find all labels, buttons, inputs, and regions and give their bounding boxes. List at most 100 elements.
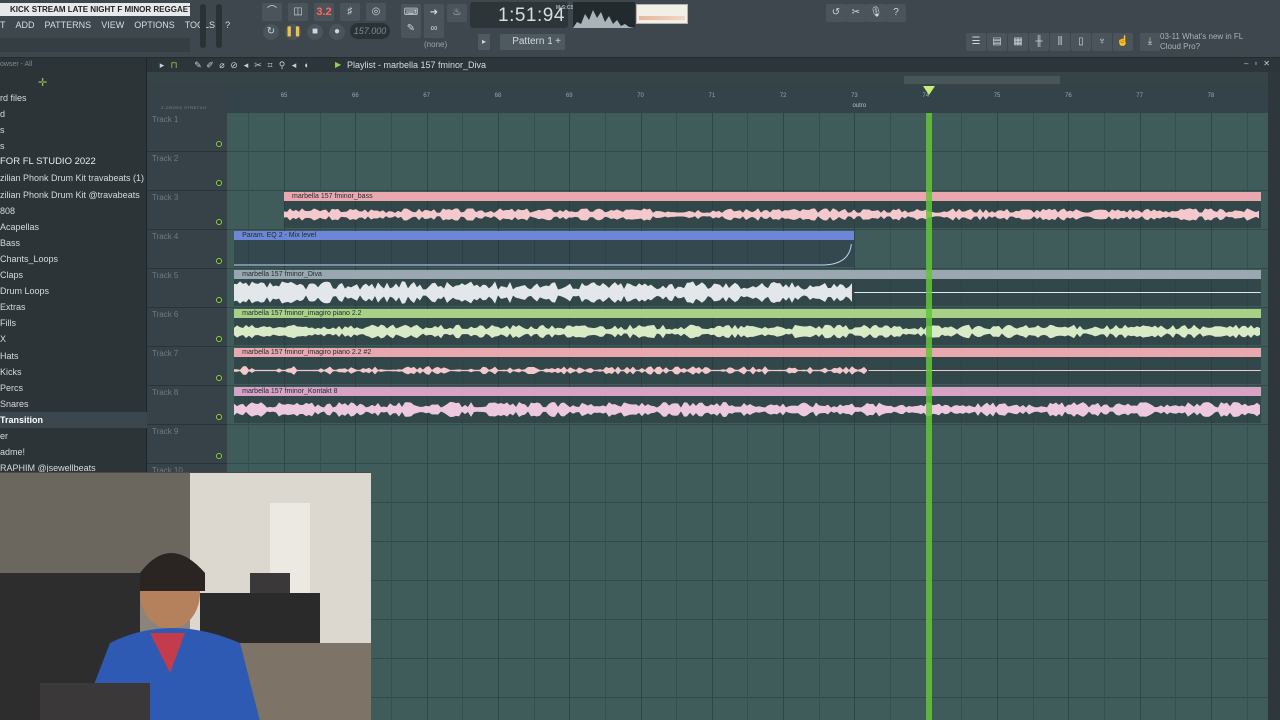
tempo-display[interactable]: 157.000 <box>350 23 390 39</box>
track-enable-led[interactable] <box>216 336 222 342</box>
browser-item[interactable]: zilian Phonk Drum Kit travabeats (1) <box>0 170 147 186</box>
playback-tool-icon[interactable]: ◂ <box>289 60 299 70</box>
link-icon[interactable]: ∞ <box>424 20 444 38</box>
master-volume-slider[interactable] <box>200 4 206 48</box>
track-header[interactable]: Track 3 <box>147 191 227 230</box>
track-enable-led[interactable] <box>216 258 222 264</box>
audio-clip[interactable]: marbella 157 fminor_bass <box>284 192 1261 228</box>
mute-tool-icon[interactable]: ⊘ <box>229 60 239 70</box>
track-enable-led[interactable] <box>216 453 222 459</box>
browser-item[interactable]: Chants_Loops <box>0 251 147 267</box>
blend-notes-icon[interactable]: ♨ <box>447 4 467 22</box>
menu-file[interactable]: T <box>0 18 11 32</box>
track-header[interactable]: Track 1 <box>147 113 227 152</box>
song-position-display[interactable]: 1:51:94 M:S:CS <box>470 2 574 28</box>
loop-icon[interactable]: ↻ <box>263 24 279 40</box>
outro-marker[interactable]: outro <box>852 103 866 109</box>
magnet-icon[interactable]: ⊓ <box>169 60 179 70</box>
browser-item[interactable]: Fills <box>0 315 147 331</box>
browser-item[interactable]: Kicks <box>0 364 147 380</box>
browser-item[interactable]: X <box>0 331 147 347</box>
menu-patterns[interactable]: PATTERNS <box>40 18 97 32</box>
tools-icon[interactable]: ✂ <box>846 4 866 22</box>
clip-title[interactable]: marbella 157 fminor_Diva <box>234 270 1261 279</box>
speaker-icon[interactable]: ◖ <box>301 60 311 70</box>
browser-item[interactable]: FOR FL STUDIO 2022 <box>0 154 147 170</box>
master-pitch-slider[interactable] <box>216 4 222 48</box>
clip-title[interactable]: marbella 157 fminor_imagiro piano 2.2 #2 <box>234 348 1261 357</box>
track-header[interactable]: Track 4 <box>147 230 227 269</box>
mixer-faders-icon[interactable]: ⫼ <box>1050 33 1070 51</box>
select-tool-icon[interactable]: ⌗ <box>265 60 275 70</box>
touch-controller-icon[interactable]: ☝ <box>1113 33 1133 51</box>
menu-help[interactable]: ? <box>220 18 235 32</box>
pencil-icon[interactable]: ✎ <box>401 20 421 38</box>
slip-tool-icon[interactable]: ◂ <box>241 60 251 70</box>
vertical-scrollbar[interactable] <box>1268 72 1280 720</box>
browser-item[interactable]: Extras <box>0 299 147 315</box>
track-header[interactable]: Track 7 <box>147 347 227 386</box>
track-header[interactable]: Track 5 <box>147 269 227 308</box>
download-icon[interactable]: ⤓ <box>1140 33 1160 51</box>
paint-tool-icon[interactable]: ✐ <box>205 60 215 70</box>
browser-item[interactable]: s <box>0 138 147 154</box>
add-pattern-button[interactable]: + <box>552 34 564 50</box>
playlist-menu-icon[interactable]: ▸ <box>157 60 167 70</box>
news-panel[interactable]: 03-11 What's new in FL Cloud Pro? <box>1160 32 1243 52</box>
browser-item[interactable]: Claps <box>0 267 147 283</box>
pattern-prev-button[interactable]: ▸ <box>478 34 490 50</box>
track-enable-led[interactable] <box>216 297 222 303</box>
pause-button[interactable]: ❚❚ <box>285 24 302 40</box>
audio-clip[interactable]: marbella 157 fminor_Kontakt 8 <box>234 387 1261 423</box>
menu-view[interactable]: VIEW <box>96 18 129 32</box>
wait-for-input-icon[interactable]: ◫ <box>288 3 308 21</box>
browser-item[interactable]: Transition <box>0 411 147 428</box>
menu-add[interactable]: ADD <box>11 18 40 32</box>
metronome-icon[interactable]: ⌒ <box>262 3 282 21</box>
clip-title[interactable]: marbella 157 fminor_bass <box>284 192 1261 201</box>
record-button[interactable]: ● <box>329 24 345 40</box>
browser-item[interactable]: Bass <box>0 235 147 251</box>
channel-rack-icon[interactable]: ▤ <box>987 33 1007 51</box>
browser-item[interactable]: Snares <box>0 396 147 412</box>
audio-clip[interactable]: marbella 157 fminor_imagiro piano 2.2 #2 <box>234 348 1261 384</box>
help-icon[interactable]: ? <box>886 4 906 22</box>
undo-icon[interactable]: ↺ <box>826 4 846 22</box>
browser-icon[interactable]: ▯ <box>1071 33 1091 51</box>
browser-item[interactable]: Drum Loops <box>0 283 147 299</box>
browser-item[interactable]: Acapellas <box>0 219 147 235</box>
piano-roll-icon[interactable]: ▦ <box>1008 33 1028 51</box>
browser-item[interactable]: zilian Phonk Drum Kit @travabeats <box>0 187 147 203</box>
audio-clip[interactable]: marbella 157 fminor_Diva <box>234 270 1261 306</box>
browser-item[interactable]: d <box>0 106 147 122</box>
audio-clip[interactable]: marbella 157 fminor_imagiro piano 2.2 <box>234 309 1261 345</box>
track-header[interactable]: Track 6 <box>147 308 227 347</box>
track-enable-led[interactable] <box>216 219 222 225</box>
loop-record-icon[interactable]: ◎ <box>366 3 386 21</box>
menu-options[interactable]: OPTIONS <box>129 18 180 32</box>
track-enable-led[interactable] <box>216 414 222 420</box>
track-header[interactable]: Track 2 <box>147 152 227 191</box>
zoom-tool-icon[interactable]: ⚲ <box>277 60 287 70</box>
step-edit-icon[interactable]: ♯ <box>340 3 360 21</box>
mixer-icon[interactable]: ╫ <box>1029 33 1049 51</box>
playhead-marker[interactable] <box>923 86 936 95</box>
playlist-window-buttons[interactable]: –▫✕ <box>1244 59 1276 68</box>
playlist-play-icon[interactable]: ▶ <box>335 60 341 69</box>
microphone-icon[interactable]: 🎙 <box>866 4 886 22</box>
clip-title[interactable]: marbella 157 fminor_imagiro piano 2.2 <box>234 309 1261 318</box>
clip-title[interactable]: marbella 157 fminor_Kontakt 8 <box>234 387 1261 396</box>
playlist-icon[interactable]: ☰ <box>966 33 986 51</box>
browser-item[interactable]: rd files <box>0 90 147 106</box>
browser-item[interactable]: 808 <box>0 203 147 219</box>
clip-title[interactable]: Param. EQ 2 - Mix level <box>234 231 855 240</box>
browser-add-icon[interactable]: ✛ <box>38 76 47 89</box>
track-enable-led[interactable] <box>216 375 222 381</box>
browser-item[interactable]: Percs <box>0 380 147 396</box>
track-enable-led[interactable] <box>216 180 222 186</box>
stop-button[interactable]: ■ <box>307 24 323 40</box>
browser-item[interactable]: adme! <box>0 444 147 460</box>
track-header[interactable]: Track 9 <box>147 425 227 464</box>
browser-item[interactable]: er <box>0 428 147 444</box>
track-header[interactable]: Track 8 <box>147 386 227 425</box>
